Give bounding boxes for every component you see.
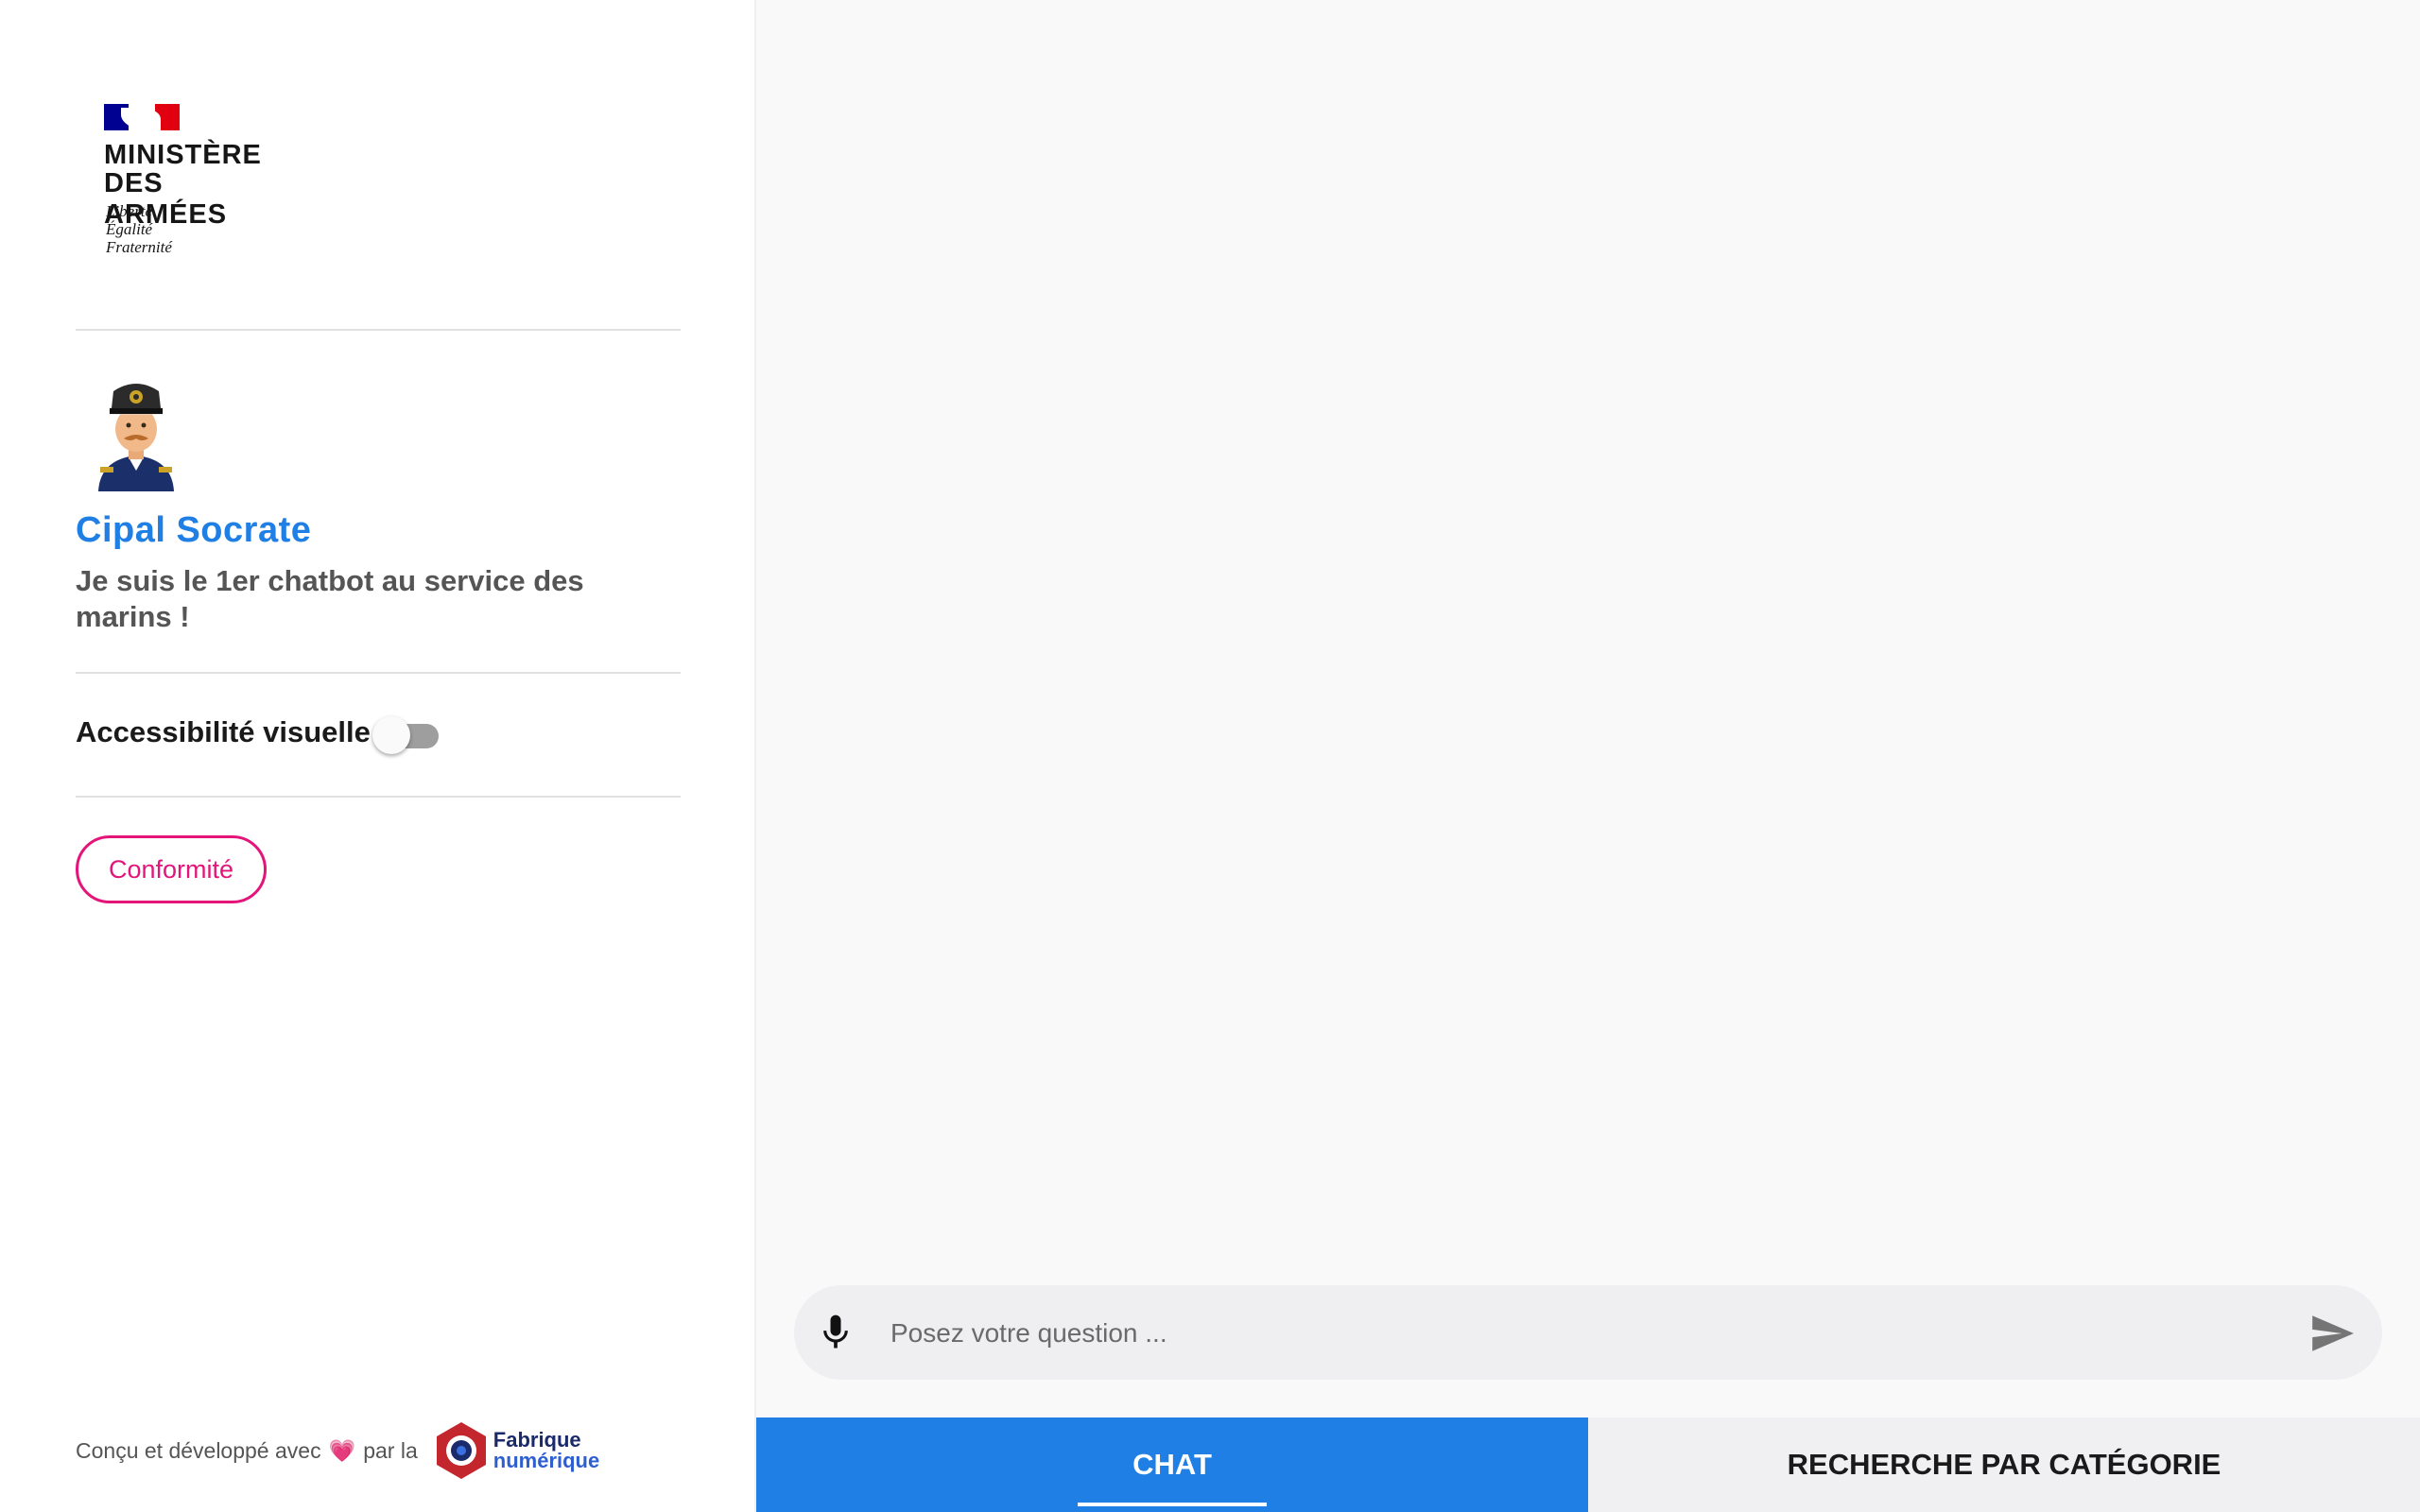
ministere-logo: MINISTÈRE DES ARMÉES Liberté Égalité Fra… xyxy=(104,104,293,260)
logo-motto-2: Égalité xyxy=(106,220,153,238)
bot-description: Je suis le 1er chatbot au service des ma… xyxy=(76,564,584,633)
sailor-avatar-icon xyxy=(93,376,180,491)
tab-category-search[interactable]: RECHERCHE PAR CATÉGORIE xyxy=(1588,1418,2420,1512)
tab-category-search-label: RECHERCHE PAR CATÉGORIE xyxy=(1787,1448,2221,1481)
divider xyxy=(76,672,681,674)
sidebar: MINISTÈRE DES ARMÉES Liberté Égalité Fra… xyxy=(0,0,756,1512)
logo-line-1: MINISTÈRE xyxy=(104,140,262,170)
active-tab-indicator xyxy=(1078,1503,1267,1506)
footer: Conçu et développé avec 💗 par la Fabriqu… xyxy=(76,1418,599,1484)
send-icon[interactable] xyxy=(2308,1310,2356,1357)
brand-line-1: Fabrique xyxy=(493,1428,581,1452)
chat-main: CHAT RECHERCHE PAR CATÉGORIE xyxy=(756,0,2420,1512)
brand-line-2: numérique xyxy=(493,1449,600,1472)
marianne-flag-icon xyxy=(104,104,180,130)
accessibility-toggle[interactable] xyxy=(372,716,444,754)
bottom-tabs: CHAT RECHERCHE PAR CATÉGORIE xyxy=(756,1418,2420,1512)
divider xyxy=(76,796,681,798)
logo-motto-3: Fraternité xyxy=(106,238,172,256)
question-composer xyxy=(794,1285,2382,1380)
heart-icon: 💗 xyxy=(328,1437,356,1463)
tab-chat-label: CHAT xyxy=(1132,1448,1212,1481)
conformity-button[interactable]: Conformité xyxy=(76,835,267,903)
toggle-knob xyxy=(372,716,410,754)
fabrique-numerique-logo-icon xyxy=(436,1422,486,1479)
bot-name: Cipal Socrate xyxy=(76,510,312,550)
question-input[interactable] xyxy=(889,1304,2263,1363)
fabrique-numerique-link[interactable]: Fabrique numérique xyxy=(433,1420,599,1481)
footer-text-after: par la xyxy=(363,1437,418,1463)
microphone-icon[interactable] xyxy=(815,1312,856,1353)
logo-motto-1: Liberté xyxy=(106,202,153,220)
accessibility-label: Accessibilité visuelle xyxy=(76,715,371,748)
tab-chat[interactable]: CHAT xyxy=(756,1418,1588,1512)
divider xyxy=(76,329,681,331)
footer-text-before: Conçu et développé avec xyxy=(76,1437,321,1463)
